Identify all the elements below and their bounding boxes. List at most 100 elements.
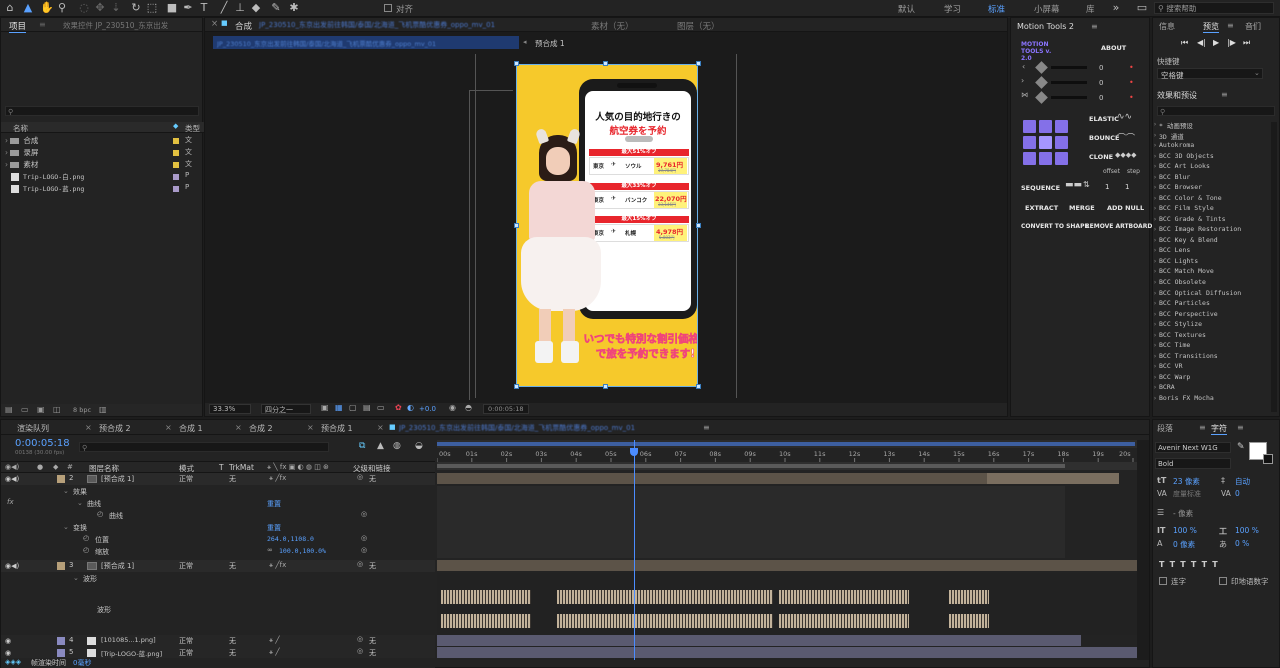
effect-category[interactable]: BCC Textures — [1153, 331, 1206, 339]
stroke-color-swatch[interactable] — [1263, 454, 1273, 464]
label-swatch[interactable] — [173, 162, 179, 168]
layer-row[interactable]: ◉ 4 [101085...1.png] 正常 无 ⚹ ╱ ◎ 无 — [1, 635, 435, 647]
magnification-select[interactable]: 33.3% — [209, 404, 251, 414]
kerning-value[interactable]: 度量标准 — [1173, 489, 1201, 499]
effect-category[interactable]: BCC Obsolete — [1153, 278, 1206, 286]
pick-whip-icon[interactable]: ◎ — [357, 560, 363, 568]
property-row[interactable]: ◴ 曲线 ◎ — [1, 510, 435, 522]
font-style-select[interactable]: Bold — [1155, 458, 1231, 469]
pen-tool-icon[interactable]: ✒ — [182, 2, 194, 14]
effect-category[interactable]: BCRA — [1153, 383, 1175, 391]
clone-stamp-tool-icon[interactable]: ⊥ — [234, 2, 246, 14]
ease-value[interactable]: 0 — [1099, 79, 1103, 87]
property-row[interactable]: ◴ 位置 264.0,1108.0 ◎ — [1, 534, 435, 546]
last-frame-icon[interactable]: ⏭ — [1243, 38, 1250, 48]
layer-trkmat[interactable]: 无 — [229, 561, 236, 571]
anchor-bottom-right-button[interactable] — [1055, 152, 1068, 165]
label-swatch[interactable] — [173, 186, 179, 192]
stroke-width-value[interactable]: - 像素 — [1173, 508, 1193, 519]
layer-bar[interactable] — [437, 560, 1137, 571]
ease-value[interactable]: 0 — [1099, 64, 1103, 72]
puppet-tool-icon[interactable]: ✱ — [288, 2, 300, 14]
pick-whip-icon[interactable]: ◎ — [357, 647, 363, 655]
rotate-tool-icon[interactable]: ↻ — [130, 2, 142, 14]
playhead-handle[interactable] — [629, 448, 638, 456]
tab-paragraph[interactable]: 段落 — [1157, 423, 1173, 434]
layer-switches-icon[interactable]: ⚹ ╱fx — [269, 474, 286, 483]
effect-category[interactable]: Autokroma — [1153, 141, 1194, 149]
play-icon[interactable]: ▶ — [1213, 38, 1219, 47]
effects-presets-title[interactable]: 效果和预设 — [1157, 90, 1197, 101]
close-icon[interactable]: ≡ — [39, 20, 46, 29]
tab-comp-2[interactable]: 合成 2 — [249, 423, 273, 434]
color-channels-icon[interactable]: ✿ — [395, 403, 402, 412]
effect-category[interactable]: BCC Stylize — [1153, 320, 1202, 328]
workspace-default[interactable]: 默认 — [898, 3, 915, 15]
layer-bar[interactable] — [437, 647, 1137, 658]
close-icon[interactable]: × — [377, 423, 384, 432]
move-tool-icon[interactable]: ✥ — [94, 2, 106, 14]
merge-button[interactable]: MERGE — [1069, 204, 1095, 212]
transform-handle[interactable] — [696, 223, 701, 228]
property-group[interactable]: ⌄ 效果 — [1, 486, 435, 498]
current-timecode[interactable]: 0:00:05:18 — [15, 438, 70, 449]
keyframe-dot-icon[interactable]: • — [1129, 93, 1134, 102]
position-value[interactable]: 264.0,1108.0 — [267, 535, 314, 543]
effects-search-input[interactable]: ⚲ — [1157, 106, 1275, 116]
effect-category[interactable]: 3D 通道 — [1153, 131, 1184, 141]
toggle-switches-icon[interactable]: ◈◈◈ — [5, 658, 21, 666]
font-family-select[interactable]: Avenir Next W1G — [1155, 442, 1231, 453]
about-button[interactable]: ABOUT — [1101, 44, 1126, 52]
text-style-buttons-icon[interactable]: TTTTTT — [1159, 560, 1223, 569]
hindi-digits-checkbox[interactable] — [1219, 577, 1227, 585]
tab-comp-1[interactable]: 合成 1 — [179, 423, 203, 434]
bounce-button[interactable]: BOUNCE — [1089, 134, 1119, 142]
close-icon[interactable]: × — [85, 423, 92, 432]
project-item-file[interactable]: Trip-LOGO-蓝.png — [11, 183, 84, 195]
effects-scrollbar[interactable] — [1271, 122, 1277, 412]
layer-mode[interactable]: 正常 — [179, 648, 193, 658]
interpret-footage-icon[interactable]: ▤ — [5, 405, 13, 414]
tsume-value[interactable]: 0 % — [1235, 539, 1249, 548]
playhead[interactable] — [633, 440, 635, 660]
tab-composition[interactable]: 合成 — [235, 20, 252, 32]
project-item-file[interactable]: Trip-LOGO-白.png — [11, 171, 84, 183]
label-swatch[interactable] — [173, 138, 179, 144]
effect-category[interactable]: BCC Optical Diffusion — [1153, 289, 1241, 297]
fx-icon[interactable]: fx — [7, 498, 14, 506]
keyframe-dot-icon[interactable]: • — [1129, 78, 1134, 87]
effect-category[interactable]: BCC Warp — [1153, 373, 1190, 381]
layer-mode[interactable]: 正常 — [179, 474, 193, 484]
property-row[interactable]: ◴ 缩放 ∞ 100.0,100.0% ◎ — [1, 546, 435, 558]
transform-handle[interactable] — [514, 223, 519, 228]
ease-handle-icon[interactable] — [1035, 91, 1048, 104]
effect-category[interactable]: BCC Perspective — [1153, 310, 1218, 318]
graph-editor-icon[interactable]: ◒ — [415, 441, 423, 451]
transform-handle[interactable] — [603, 61, 608, 66]
selection-tool-icon[interactable]: ▲ — [22, 2, 34, 14]
snapshot-icon[interactable]: ◉ — [449, 403, 456, 412]
tab-active-comp[interactable]: JP_230510_东京出发前往韩国/泰国/北海道_飞机票酷优惠券_oppo_m… — [399, 423, 695, 433]
new-comp-icon[interactable]: ▣ — [37, 405, 45, 414]
effect-category[interactable]: BCC Grade & Tints — [1153, 215, 1225, 223]
project-item-folder[interactable]: › 素材 — [5, 159, 38, 171]
ease-handle-icon[interactable] — [1035, 61, 1048, 74]
shortcut-select[interactable]: 空格键 ⌄ — [1157, 68, 1263, 80]
pan-behind-tool-icon[interactable]: ⬚ — [146, 2, 158, 14]
tab-layer[interactable]: 图层（无） — [677, 20, 720, 32]
layer-bar[interactable] — [437, 635, 1081, 646]
close-icon[interactable]: × — [307, 423, 314, 432]
time-ruler[interactable]: 00s 01s 02s 03s 04s 05s 06s 07s 08s 09s 10s 11s 12s 1… — [437, 448, 1137, 462]
grid-guides-icon[interactable]: ▤ — [363, 403, 371, 412]
panel-menu-icon[interactable]: ≡ — [703, 423, 710, 432]
anchor-right-button[interactable] — [1055, 136, 1068, 149]
expression-icon[interactable]: ◎ — [361, 546, 367, 554]
work-area-range[interactable] — [437, 442, 1135, 446]
draft-3d-icon[interactable]: ▲ — [377, 441, 384, 451]
workspace-learn[interactable]: 学习 — [944, 3, 961, 15]
close-icon[interactable]: × — [235, 423, 242, 432]
ease-value[interactable]: 0 — [1099, 94, 1103, 102]
comp-name[interactable]: JP_230510_东京出发前往韩国/泰国/北海道_飞机票酷优惠券_oppo_m… — [259, 20, 549, 30]
ease-handle-icon[interactable] — [1035, 76, 1048, 89]
comp-canvas[interactable]: 人気の目的地行きの 航空券を予約 最大51%オフ 東京 ✈ ソウル 9,761円… — [516, 64, 698, 387]
